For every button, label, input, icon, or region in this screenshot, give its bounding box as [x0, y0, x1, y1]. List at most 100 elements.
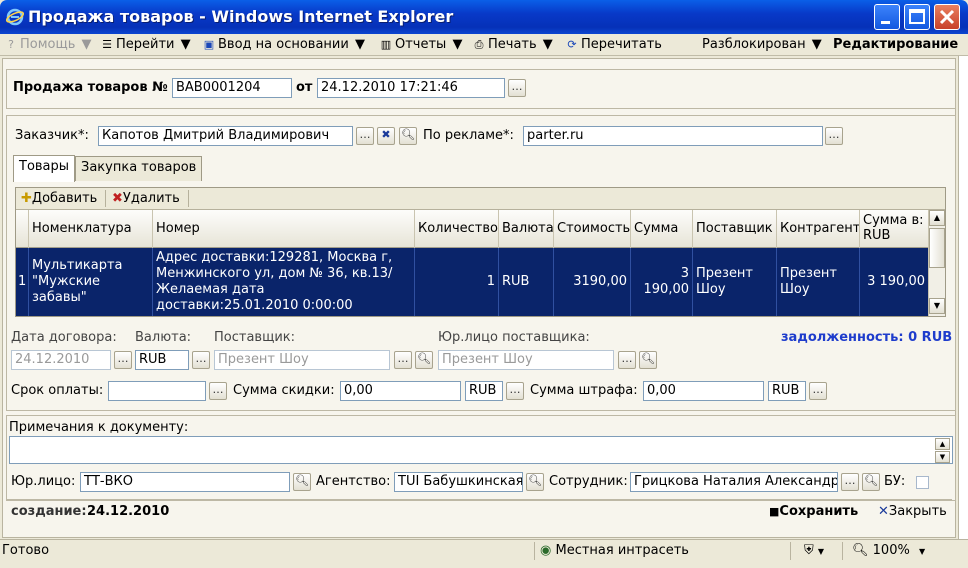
chevron-down-icon: ▼ [538, 37, 553, 52]
close-window-button[interactable] [934, 4, 960, 30]
grid-header-quantity[interactable]: Количество [415, 210, 499, 248]
created-date: 24.12.2010 [87, 504, 170, 519]
grid-header-label: Стоимость [557, 221, 631, 236]
penalty-label: Сумма штрафа: [530, 383, 638, 398]
menu-help-label: Помощь [20, 37, 76, 52]
legal-supplier-select-button[interactable]: … [618, 351, 636, 369]
supplier-select-button[interactable]: … [394, 351, 412, 369]
scroll-thumb[interactable] [929, 228, 945, 268]
menu-reread[interactable]: ⟳ Перечитать [565, 37, 662, 52]
scroll-down-button[interactable]: ▼ [929, 298, 945, 314]
protected-mode-button[interactable]: ⛨ ▼ [804, 543, 824, 558]
doc-date-input[interactable]: 24.12.2010 17:21:46 [317, 78, 505, 98]
penalty-currency-input[interactable]: RUB [768, 381, 806, 401]
table-row[interactable]: 1 Мультикарта "Мужские забавы" Адрес дос… [16, 248, 928, 316]
menu-goto-label: Перейти [116, 37, 175, 52]
menu-print[interactable]: ⎙ Печать ▼ [472, 37, 553, 52]
legal-entity-search-button[interactable]: 🔍︎ [293, 473, 311, 491]
scroll-up-button[interactable]: ▲ [929, 210, 945, 226]
tab-goods-purchase[interactable]: Закупка товаров [75, 156, 203, 181]
notes-textarea[interactable] [9, 436, 953, 464]
chevron-down-icon: ▼ [448, 37, 463, 52]
title-bar: Продажа товаров - Windows Internet Explo… [0, 0, 968, 34]
discount-currency-select-button[interactable]: … [506, 382, 524, 400]
ie-logo-icon [6, 8, 24, 26]
grid-header-number[interactable]: Номер [153, 210, 415, 248]
created-label: создание: [11, 504, 87, 519]
currency-select-button[interactable]: … [192, 351, 210, 369]
grid-scrollbar[interactable]: ▲ ▼ [928, 210, 945, 316]
menu-help[interactable]: ? Помощь ▼ [4, 37, 91, 52]
supplier-input[interactable]: Презент Шоу [214, 350, 390, 370]
grid-header-supplier[interactable]: Поставщик [693, 210, 777, 248]
grid-add-button[interactable]: ✚Добавить [21, 191, 97, 206]
contract-date-input[interactable]: 24.12.2010 [11, 350, 111, 370]
zoom-control[interactable]: 🔍︎ 100% ▼ [852, 543, 925, 558]
employee-input[interactable]: Грицкова Наталия Александр [630, 472, 838, 492]
supplier-search-button[interactable]: 🔍︎ [415, 351, 433, 369]
maximize-icon [909, 9, 925, 24]
row-cost: 3190,00 [554, 248, 631, 316]
penalty-currency-select-button[interactable]: … [809, 382, 827, 400]
chevron-down-icon: ▼ [817, 547, 825, 556]
security-zone[interactable]: ◉ Местная интрасеть [540, 543, 689, 558]
agency-input[interactable]: TUI Бабушкинская [394, 472, 523, 492]
save-label: Сохранить [779, 504, 859, 519]
row-counterparty: Презент Шоу [777, 248, 860, 316]
employee-select-button[interactable]: … [841, 473, 859, 491]
toolbar-divider [105, 190, 106, 207]
contract-date-label: Дата договора: [11, 330, 117, 345]
currency-input[interactable]: RUB [135, 350, 189, 370]
menu-reports[interactable]: ▥ Отчеты ▼ [379, 37, 463, 52]
doc-date-from-label: от [296, 80, 313, 95]
grid-header-sum-rub[interactable]: Сумма в: RUB [860, 210, 928, 248]
grid-header: Номенклатура Номер Количество Валюта Сто… [16, 210, 928, 248]
ad-source-input[interactable]: parter.ru [523, 126, 823, 146]
ad-source-select-button[interactable]: … [825, 127, 843, 145]
search-icon: 🔍︎ [401, 128, 415, 141]
bu-checkbox[interactable] [916, 476, 929, 489]
contract-date-picker-button[interactable]: … [114, 351, 132, 369]
minimize-button[interactable] [874, 4, 900, 30]
browser-window: Продажа товаров - Windows Internet Explo… [0, 0, 968, 568]
menu-unlocked[interactable]: Разблокирован ▼ [702, 37, 822, 52]
menu-input-based[interactable]: ▣ Ввод на основании ▼ [202, 37, 365, 52]
doc-date-picker-button[interactable]: … [508, 79, 526, 97]
zoom-label: 100% [872, 543, 910, 558]
grid-header-cost[interactable]: Стоимость [554, 210, 631, 248]
mode-label: Редактирование [833, 37, 958, 52]
grid-header-sum[interactable]: Сумма [631, 210, 693, 248]
legal-entity-input[interactable]: ТТ-ВКО [80, 472, 290, 492]
discount-currency-input[interactable]: RUB [465, 381, 503, 401]
notes-label: Примечания к документу: [9, 420, 189, 435]
maximize-button[interactable] [904, 4, 930, 30]
discount-input[interactable]: 0,00 [340, 381, 461, 401]
customer-input[interactable]: Капотов Дмитрий Владимирович [98, 126, 353, 146]
customer-clear-button[interactable]: ✖ [377, 127, 395, 145]
grid-header-nomenclature[interactable]: Номенклатура [29, 210, 153, 248]
agency-label: Агентство: [316, 474, 391, 489]
doc-number-input[interactable]: BAB0001204 [172, 78, 292, 98]
customer-select-button[interactable]: … [356, 127, 374, 145]
pay-term-picker-button[interactable]: … [209, 382, 227, 400]
reports-icon: ▥ [380, 38, 392, 51]
save-button[interactable]: ■Сохранить [769, 504, 858, 519]
employee-search-button[interactable]: 🔍︎ [862, 473, 880, 491]
penalty-input[interactable]: 0,00 [643, 381, 764, 401]
agency-search-button[interactable]: 🔍︎ [526, 473, 544, 491]
legal-supplier-search-button[interactable]: 🔍︎ [639, 351, 657, 369]
notes-scroll-up-button[interactable]: ▲ [935, 438, 950, 450]
bu-label: БУ: [884, 474, 906, 489]
grid-header-counterparty[interactable]: Контрагент [777, 210, 860, 248]
grid-header-currency[interactable]: Валюта [499, 210, 554, 248]
close-form-button[interactable]: ✕Закрыть [878, 504, 947, 519]
tab-goods[interactable]: Товары [13, 155, 76, 182]
grid-delete-button[interactable]: ✖Удалить [112, 191, 180, 206]
pay-term-input[interactable] [108, 381, 206, 401]
row-index: 1 [16, 248, 29, 316]
notes-scroll-down-button[interactable]: ▼ [935, 451, 950, 463]
grid-toolbar: ✚Добавить ✖Удалить [16, 188, 945, 210]
customer-search-button[interactable]: 🔍︎ [399, 127, 417, 145]
legal-supplier-input[interactable]: Презент Шоу [438, 350, 614, 370]
menu-goto[interactable]: ☰ Перейти ▼ [100, 37, 191, 52]
